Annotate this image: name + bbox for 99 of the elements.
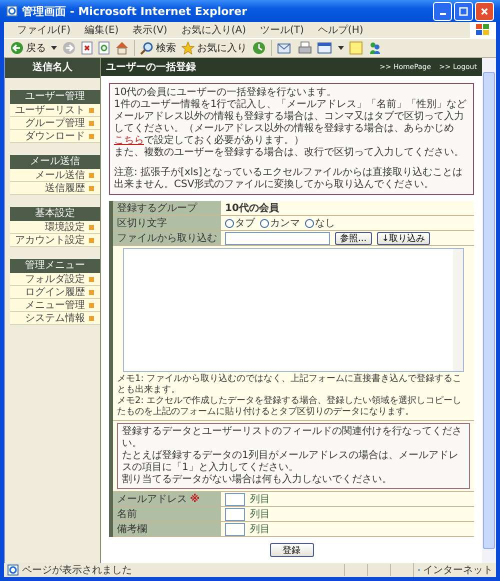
radio-button[interactable] bbox=[305, 218, 314, 228]
note-icon[interactable] bbox=[349, 41, 363, 55]
column-number-field[interactable] bbox=[225, 522, 245, 536]
bullet-icon bbox=[89, 290, 94, 294]
refresh-icon[interactable] bbox=[98, 41, 110, 55]
sidebar-section-title: メール送信 bbox=[10, 155, 100, 169]
menu-item[interactable]: ファイル(F) bbox=[12, 23, 76, 37]
sidebar-item[interactable]: フォルダ設定 bbox=[10, 273, 100, 286]
page-title: ユーザーの一括登録 bbox=[106, 60, 196, 74]
settings-link[interactable]: こちら bbox=[114, 135, 144, 146]
messenger-icon[interactable] bbox=[368, 41, 382, 55]
notice-text: 注意: 拡張子が[xls]となっているエクセルファイルからは直接取り込むことは出来ません。CSV形式のファイルに変換してから取り込んでください。 bbox=[114, 167, 464, 191]
instruction-text: 1件のユーザー情報を1行で記入し、「メールアドレス」「名前」「性別」などメールアドレス以外の情報も登録する場合は、コンマ又はタブで区切って入力してください。（メールアドレス以外の情報を登録する場合は、あらかじめ こちらで設定しておく必要があります。） bbox=[114, 99, 468, 146]
back-button[interactable]: 戻る bbox=[10, 41, 46, 55]
field-suffix: 列目 bbox=[250, 523, 270, 536]
edit-icon[interactable] bbox=[317, 41, 333, 55]
field-label: ファイルから取り込む bbox=[113, 231, 221, 245]
import-button[interactable]: ↓取り込み bbox=[376, 232, 430, 244]
required-mark: ※ bbox=[190, 494, 200, 504]
menu-item[interactable]: 表示(V) bbox=[128, 23, 172, 37]
field-label: 備考欄 bbox=[117, 522, 147, 536]
menu-item[interactable]: 編集(E) bbox=[80, 23, 124, 37]
sidebar-section-title: ユーザー管理 bbox=[10, 90, 100, 104]
mapping-note-text: 登録するデータとユーザーリストのフィールドの関連付けを行なってください。 bbox=[122, 426, 463, 450]
bullet-icon bbox=[89, 302, 94, 308]
data-textarea[interactable] bbox=[123, 248, 464, 372]
browser-icon bbox=[6, 5, 18, 17]
bullet-icon bbox=[89, 238, 94, 242]
caret-icon[interactable] bbox=[51, 46, 57, 50]
sidebar-item[interactable]: ダウンロード bbox=[10, 130, 100, 143]
search-button[interactable]: 検索 bbox=[140, 41, 176, 55]
bullet-icon bbox=[89, 172, 94, 178]
bullet-icon bbox=[89, 120, 94, 126]
mapping-note-text: たとえば登録するデータの1列目がメールアドレスの場合は、メールアドレスの項目に「1」と入力してください。 bbox=[122, 450, 460, 474]
radio-option[interactable]: カンマ bbox=[260, 216, 300, 230]
sidebar-item[interactable]: システム情報 bbox=[10, 312, 100, 325]
sidebar-item[interactable]: アカウント設定 bbox=[10, 234, 100, 247]
sidebar-section-title: 管理メニュー bbox=[10, 259, 100, 273]
back-arrow-icon bbox=[10, 41, 24, 55]
sidebar-section-title: 基本設定 bbox=[10, 207, 100, 221]
radio-button[interactable] bbox=[260, 218, 269, 228]
field-label: 登録するグループ bbox=[113, 201, 221, 215]
home-icon[interactable] bbox=[115, 41, 129, 55]
bullet-icon bbox=[89, 224, 94, 230]
favorites-button[interactable]: お気に入り bbox=[181, 41, 247, 55]
sidebar-item[interactable]: ユーザーリスト bbox=[10, 104, 100, 117]
mail-icon[interactable] bbox=[277, 41, 293, 55]
window-title: 管理画面 - Microsoft Internet Explorer bbox=[22, 4, 248, 18]
instruction-text: 10代の会員にユーザーの一括登録を行ないます。 bbox=[114, 87, 338, 98]
memo-text: メモ2: エクセルで作成したデータを登録する場合、登録したい領域を選択しコピーしたものを上記のフォームに貼り付けるとタブ区切りのデータになります。 bbox=[117, 396, 463, 418]
maximize-button[interactable] bbox=[454, 2, 473, 20]
file-path-field[interactable] bbox=[225, 232, 330, 244]
sidebar-item[interactable]: ログイン履歴 bbox=[10, 286, 100, 299]
field-label: メールアドレス bbox=[117, 493, 187, 506]
scrollbar[interactable] bbox=[453, 249, 463, 371]
browse-button[interactable]: 参照... bbox=[335, 232, 372, 244]
app-name: 送信名人 bbox=[5, 58, 100, 78]
radio-option[interactable]: なし bbox=[305, 216, 335, 230]
close-icon bbox=[480, 6, 489, 16]
instruction-text: また、複数のユーザーを登録する場合は、改行で区切って入力してください。 bbox=[114, 147, 465, 159]
search-icon bbox=[140, 41, 154, 55]
page-icon bbox=[7, 564, 19, 576]
column-number-field[interactable] bbox=[225, 508, 245, 520]
radio-button[interactable] bbox=[225, 218, 234, 228]
field-label: 区切り文字 bbox=[113, 216, 221, 230]
printer-icon[interactable] bbox=[298, 41, 312, 55]
bullet-icon bbox=[89, 316, 94, 320]
close-button[interactable] bbox=[475, 2, 494, 20]
minimize-icon bbox=[440, 13, 446, 15]
caret-icon[interactable] bbox=[338, 46, 344, 50]
field-suffix: 列目 bbox=[250, 493, 270, 506]
bullet-icon bbox=[89, 108, 94, 112]
star-icon bbox=[181, 41, 195, 55]
security-zone: インターネット bbox=[423, 564, 493, 577]
bullet-icon bbox=[89, 276, 94, 282]
memo-text: メモ1: ファイルから取り込むのではなく、上記フォームに直接書き込んで登録することも出来ます。 bbox=[117, 374, 463, 396]
column-number-field[interactable] bbox=[225, 492, 245, 506]
menu-item[interactable]: ヘルプ(H) bbox=[312, 23, 368, 37]
status-text: ページが表示されました bbox=[22, 564, 133, 577]
group-name: 10代の会員 bbox=[225, 202, 279, 215]
stop-icon[interactable] bbox=[81, 41, 93, 55]
bullet-icon bbox=[89, 186, 94, 190]
sidebar-item[interactable]: 送信履歴 bbox=[10, 182, 100, 195]
sidebar-item[interactable]: メニュー管理 bbox=[10, 299, 100, 312]
maximize-icon bbox=[459, 6, 468, 16]
history-icon[interactable] bbox=[252, 41, 266, 55]
sidebar-item[interactable]: グループ管理 bbox=[10, 117, 100, 130]
register-button[interactable]: 登録 bbox=[270, 543, 314, 557]
bullet-icon bbox=[89, 134, 94, 138]
radio-option[interactable]: タブ bbox=[225, 216, 255, 230]
menu-item[interactable]: お気に入り(A) bbox=[176, 23, 251, 37]
sidebar-item[interactable]: メール送信 bbox=[10, 169, 100, 182]
mapping-note-text: 割り当てるデータがない場合は何も入力しないでください。 bbox=[122, 474, 393, 486]
page-scrollbar[interactable] bbox=[482, 58, 496, 563]
menu-item[interactable]: ツール(T) bbox=[255, 23, 309, 37]
field-label: 名前 bbox=[117, 508, 137, 521]
field-suffix: 列目 bbox=[250, 508, 270, 521]
sidebar-item[interactable]: 環境設定 bbox=[10, 221, 100, 234]
minimize-button[interactable] bbox=[433, 2, 452, 20]
